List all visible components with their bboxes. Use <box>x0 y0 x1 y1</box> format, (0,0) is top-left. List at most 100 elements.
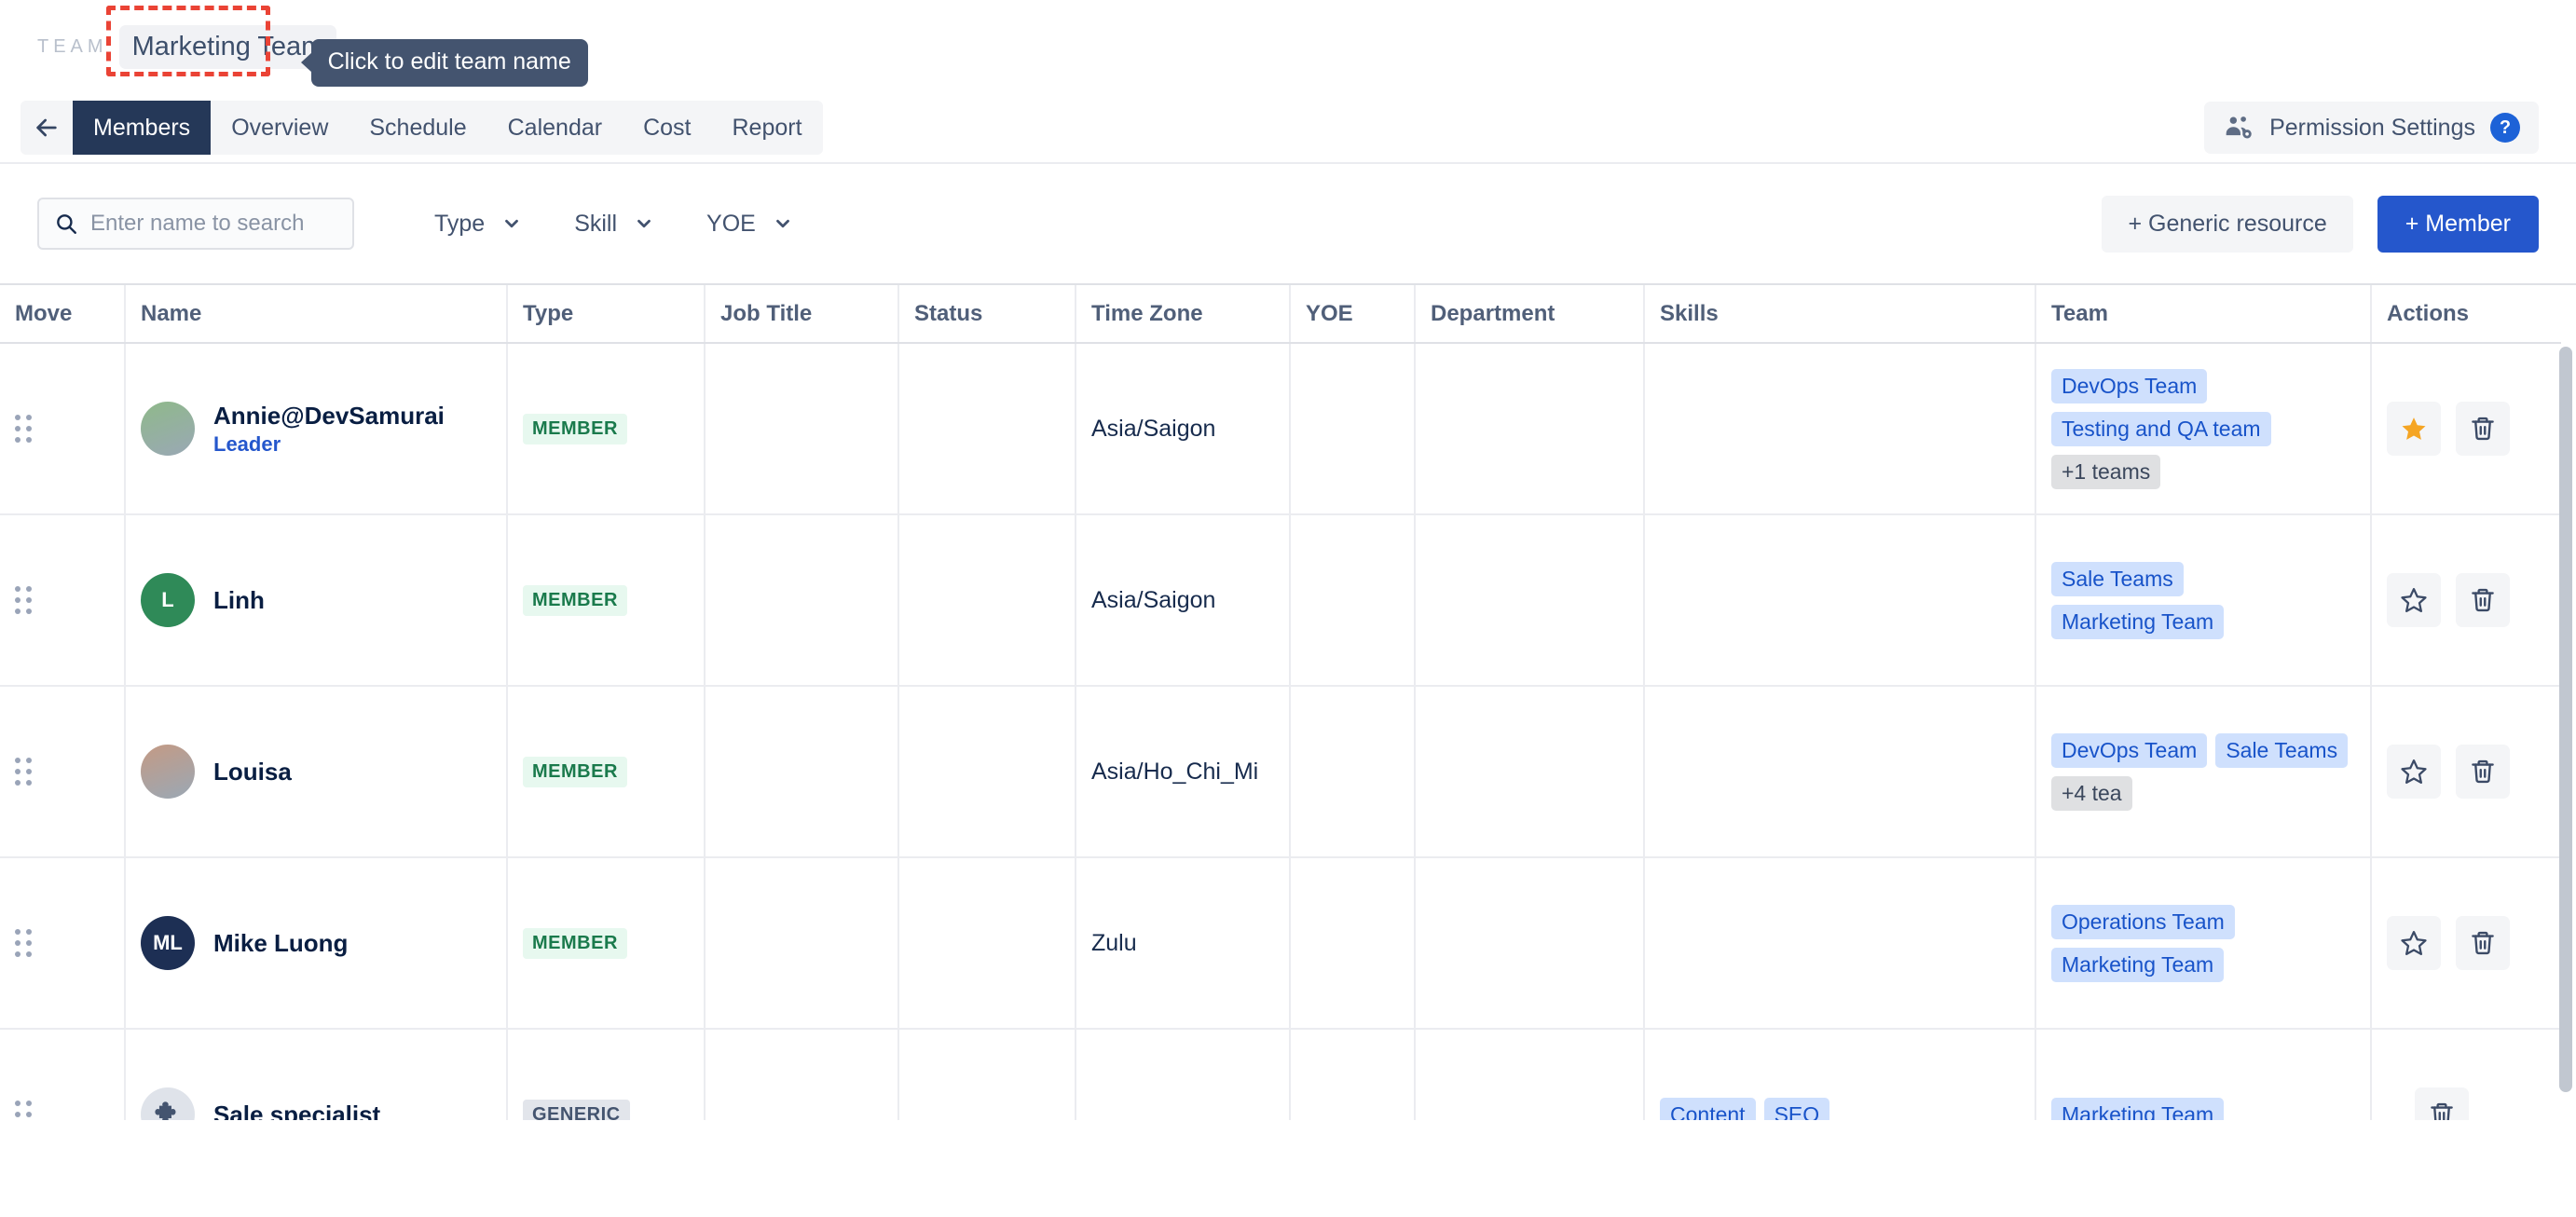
drag-handle-cell[interactable] <box>0 1029 126 1120</box>
table-row: Louisa MEMBER Asia/Ho_Chi_Mi DevOps Team Sal… <box>0 686 2561 858</box>
team-chip[interactable]: DevOps Team <box>2051 368 2208 403</box>
yoe-cell[interactable] <box>1290 686 1416 858</box>
table-row: ML Mike Luong MEMBER Zulu Operations Team Mar… <box>0 857 2561 1030</box>
job-title-cell[interactable] <box>705 686 899 858</box>
department-cell[interactable] <box>1415 343 1645 515</box>
team-chip[interactable]: Sale Teams <box>2051 561 2184 596</box>
tab-report[interactable]: Report <box>711 101 822 155</box>
delete-button[interactable] <box>2415 1087 2469 1120</box>
team-cell[interactable]: Operations Team Marketing Team <box>2035 857 2372 1030</box>
help-icon[interactable]: ? <box>2490 113 2520 143</box>
favorite-button[interactable] <box>2387 745 2441 799</box>
filter-skill[interactable]: Skill <box>548 211 680 238</box>
team-cell[interactable]: DevOps Team Testing and QA team +1 teams <box>2035 343 2372 515</box>
drag-handle-cell[interactable] <box>0 686 126 858</box>
skills-cell[interactable] <box>1644 857 2036 1030</box>
drag-handle-cell[interactable] <box>0 343 126 515</box>
drag-handle-icon[interactable] <box>15 415 32 443</box>
team-cell[interactable]: Marketing Team <box>2035 1029 2372 1120</box>
status-cell[interactable] <box>898 857 1076 1030</box>
team-chip[interactable]: Marketing Team <box>2051 947 2225 982</box>
drag-handle-icon[interactable] <box>15 758 32 786</box>
team-overflow-chip[interactable]: +4 tea <box>2051 775 2132 811</box>
team-chip[interactable]: Testing and QA team <box>2051 411 2271 446</box>
department-cell[interactable] <box>1415 686 1645 858</box>
department-cell[interactable] <box>1415 1029 1645 1120</box>
delete-button[interactable] <box>2456 402 2510 456</box>
member-name-cell[interactable]: L Linh <box>125 514 508 687</box>
member-name-cell[interactable]: Sale specialist <box>125 1029 508 1120</box>
status-cell[interactable] <box>898 1029 1076 1120</box>
favorite-button[interactable] <box>2387 916 2441 970</box>
type-cell: MEMBER <box>507 343 706 515</box>
delete-button[interactable] <box>2456 916 2510 970</box>
job-title-cell[interactable] <box>705 1029 899 1120</box>
skill-chip[interactable]: Content <box>1660 1097 1756 1120</box>
member-name-cell[interactable]: ML Mike Luong <box>125 857 508 1030</box>
column-header-team: Team <box>2035 285 2372 344</box>
yoe-cell[interactable] <box>1290 857 1416 1030</box>
permission-settings-button[interactable]: Permission Settings ? <box>2204 102 2539 154</box>
job-title-cell[interactable] <box>705 857 899 1030</box>
tab-schedule[interactable]: Schedule <box>349 101 486 155</box>
favorite-button[interactable] <box>2387 402 2441 456</box>
tab-members[interactable]: Members <box>73 101 212 155</box>
filter-type[interactable]: Type <box>408 211 548 238</box>
add-member-button[interactable]: + Member <box>2377 195 2539 253</box>
team-chip[interactable]: DevOps Team <box>2051 732 2208 768</box>
drag-handle-cell[interactable] <box>0 857 126 1030</box>
skills-cell[interactable] <box>1644 514 2036 687</box>
avatar <box>141 402 195 456</box>
add-generic-resource-button[interactable]: + Generic resource <box>2102 195 2353 253</box>
delete-button[interactable] <box>2456 745 2510 799</box>
yoe-cell[interactable] <box>1290 1029 1416 1120</box>
skill-chip[interactable]: SEO <box>1763 1097 1830 1120</box>
team-name-editor[interactable]: Marketing Team Click to edit team name <box>105 5 588 87</box>
tab-overview[interactable]: Overview <box>211 101 349 155</box>
department-cell[interactable] <box>1415 514 1645 687</box>
filter-yoe[interactable]: YOE <box>680 211 819 238</box>
drag-handle-cell[interactable] <box>0 514 126 687</box>
table-row: Annie@DevSamurai Leader MEMBER Asia/Saigon D… <box>0 343 2561 515</box>
column-header-department: Department <box>1415 285 1645 344</box>
drag-handle-icon[interactable] <box>15 929 32 957</box>
delete-button[interactable] <box>2456 573 2510 627</box>
time-zone-cell[interactable]: Asia/Ho_Chi_Mi <box>1076 686 1291 858</box>
job-title-cell[interactable] <box>705 343 899 515</box>
member-role[interactable]: Leader <box>213 432 445 457</box>
search-input[interactable]: Enter name to search <box>37 198 354 250</box>
drag-handle-icon[interactable] <box>15 586 32 614</box>
tab-cost[interactable]: Cost <box>623 101 711 155</box>
team-chip[interactable]: Marketing Team <box>2051 604 2225 639</box>
team-chip[interactable]: Marketing Team <box>2051 1097 2225 1120</box>
yoe-cell[interactable] <box>1290 514 1416 687</box>
time-zone-cell[interactable]: Zulu <box>1076 857 1291 1030</box>
skills-cell[interactable]: Content SEO <box>1644 1029 2036 1120</box>
department-cell[interactable] <box>1415 857 1645 1030</box>
status-cell[interactable] <box>898 514 1076 687</box>
star-filled-icon <box>2402 417 2426 440</box>
yoe-cell[interactable] <box>1290 343 1416 515</box>
member-name-cell[interactable]: Louisa <box>125 686 508 858</box>
skills-cell[interactable] <box>1644 686 2036 858</box>
back-button[interactable] <box>21 101 73 155</box>
team-overflow-chip[interactable]: +1 teams <box>2051 454 2161 489</box>
time-zone-cell[interactable] <box>1076 1029 1291 1120</box>
status-cell[interactable] <box>898 343 1076 515</box>
favorite-button[interactable] <box>2387 573 2441 627</box>
team-chip[interactable]: Operations Team <box>2051 904 2235 939</box>
team-chip[interactable]: Sale Teams <box>2215 732 2349 768</box>
type-cell: MEMBER <box>507 514 706 687</box>
status-cell[interactable] <box>898 686 1076 858</box>
tab-calendar[interactable]: Calendar <box>487 101 623 155</box>
team-cell[interactable]: Sale Teams Marketing Team <box>2035 514 2372 687</box>
team-cell[interactable]: DevOps Team Sale Teams +4 tea <box>2035 686 2372 858</box>
drag-handle-icon[interactable] <box>15 1101 32 1120</box>
member-name-cell[interactable]: Annie@DevSamurai Leader <box>125 343 508 515</box>
time-zone-cell[interactable]: Asia/Saigon <box>1076 343 1291 515</box>
vertical-scrollbar[interactable] <box>2559 347 2572 1092</box>
time-zone-cell[interactable]: Asia/Saigon <box>1076 514 1291 687</box>
type-badge: MEMBER <box>523 413 627 444</box>
job-title-cell[interactable] <box>705 514 899 687</box>
skills-cell[interactable] <box>1644 343 2036 515</box>
